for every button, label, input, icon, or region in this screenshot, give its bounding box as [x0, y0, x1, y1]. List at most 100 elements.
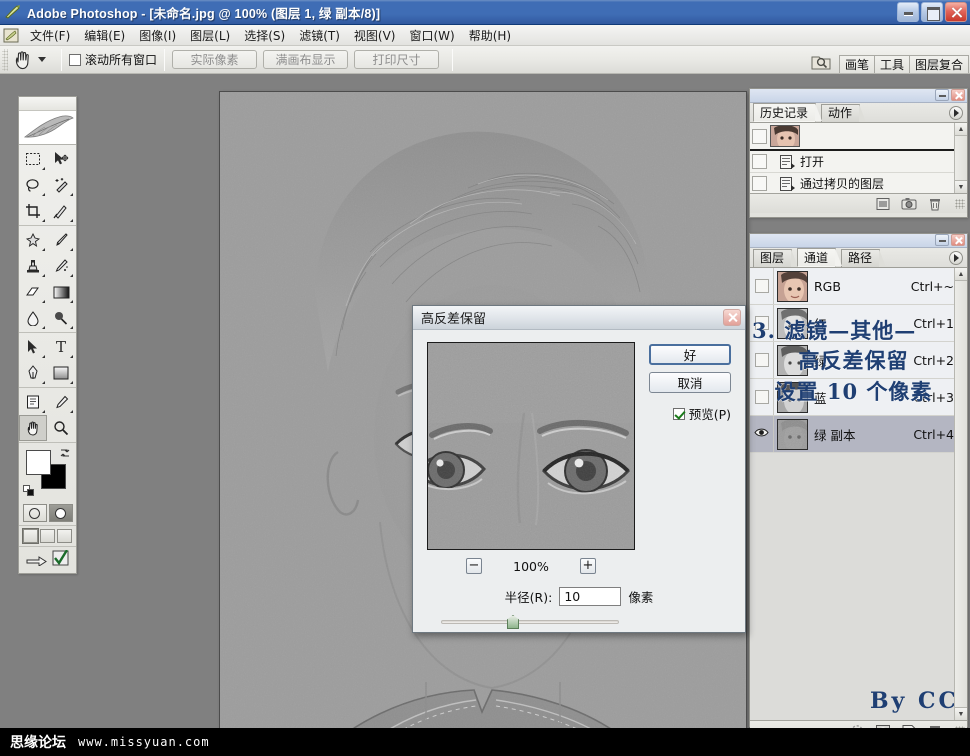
- new-document-from-state-icon[interactable]: [875, 197, 891, 211]
- toolbox-drag-handle[interactable]: [19, 97, 76, 111]
- channels-scrollbar[interactable]: ▲ ▼: [954, 268, 967, 720]
- channel-row-green-copy[interactable]: 绿 副本 Ctrl+4: [750, 416, 967, 453]
- options-bar-grip[interactable]: [2, 49, 8, 71]
- gradient-tool[interactable]: [47, 279, 75, 305]
- standard-screen-mode-button[interactable]: [23, 529, 38, 543]
- tab-actions[interactable]: 动作: [821, 104, 860, 122]
- swap-colors-icon[interactable]: [59, 447, 71, 462]
- preview-checkbox[interactable]: [673, 408, 685, 420]
- history-source-checkbox[interactable]: [752, 176, 767, 191]
- path-selection-tool[interactable]: [19, 334, 47, 360]
- marquee-tool[interactable]: [19, 146, 47, 172]
- history-palette-menu-button[interactable]: [949, 106, 963, 120]
- quick-mask-mode-button[interactable]: [49, 504, 73, 522]
- dialog-close-button[interactable]: [723, 309, 741, 326]
- history-palette-minimize-button[interactable]: [935, 89, 949, 101]
- radius-slider[interactable]: [441, 614, 619, 630]
- menu-item-help[interactable]: 帮助(H): [462, 25, 518, 46]
- delete-state-icon[interactable]: [927, 197, 943, 211]
- channels-scroll-down-button[interactable]: ▼: [955, 707, 967, 720]
- radius-input[interactable]: 10: [559, 587, 621, 606]
- well-tab-layer-comps[interactable]: 图层复合: [909, 55, 969, 73]
- scroll-all-windows-checkbox[interactable]: [69, 54, 81, 66]
- type-tool[interactable]: T: [47, 334, 75, 360]
- channels-palette-close-button[interactable]: [951, 234, 965, 246]
- lasso-tool[interactable]: [19, 172, 47, 198]
- menu-item-window[interactable]: 窗口(W): [402, 25, 461, 46]
- radius-slider-thumb[interactable]: [507, 615, 519, 629]
- history-snapshot-row[interactable]: [750, 123, 967, 149]
- tab-history[interactable]: 历史记录: [753, 103, 816, 122]
- history-palette-close-button[interactable]: [951, 89, 965, 101]
- dialog-title-bar[interactable]: 高反差保留: [413, 306, 745, 330]
- channel-row-rgb[interactable]: RGB Ctrl+~: [750, 268, 967, 305]
- zoom-in-button[interactable]: +: [580, 558, 596, 574]
- crop-tool[interactable]: [19, 198, 47, 224]
- dodge-tool[interactable]: [47, 305, 75, 331]
- move-tool[interactable]: [47, 146, 75, 172]
- zoom-tool[interactable]: [47, 415, 75, 441]
- history-item-layer-via-copy[interactable]: 通过拷贝的图层: [750, 173, 967, 193]
- radius-slider-track[interactable]: [441, 620, 619, 624]
- full-screen-mode-button[interactable]: [57, 529, 72, 543]
- tool-preset-chevron-down-icon[interactable]: [38, 57, 46, 62]
- tab-channels[interactable]: 通道: [797, 248, 836, 267]
- zoom-out-button[interactable]: −: [466, 558, 482, 574]
- blur-tool[interactable]: [19, 305, 47, 331]
- shape-tool[interactable]: [47, 360, 75, 386]
- menu-item-layer[interactable]: 图层(L): [183, 25, 237, 46]
- tab-layers[interactable]: 图层: [753, 249, 792, 267]
- history-palette-title-bar[interactable]: [750, 89, 967, 103]
- history-brush-tool[interactable]: [47, 253, 75, 279]
- menu-item-view[interactable]: 视图(V): [347, 25, 403, 46]
- snapshot-source-checkbox[interactable]: [752, 129, 767, 144]
- print-size-button[interactable]: 打印尺寸: [354, 50, 439, 69]
- channel-visibility-toggle[interactable]: [750, 268, 774, 304]
- minimize-button[interactable]: [897, 2, 919, 22]
- jump-to-imageready-icon[interactable]: [26, 550, 48, 569]
- scroll-all-windows-option[interactable]: 滚动所有窗口: [69, 51, 157, 68]
- channels-palette-title-bar[interactable]: [750, 234, 967, 248]
- menu-item-file[interactable]: 文件(F): [23, 25, 77, 46]
- ok-button[interactable]: 好: [649, 344, 731, 365]
- channels-palette-minimize-button[interactable]: [935, 234, 949, 246]
- well-tab-tool-presets[interactable]: 工具: [874, 55, 910, 73]
- menu-item-image[interactable]: 图像(I): [132, 25, 183, 46]
- document-menu-icon[interactable]: [3, 28, 19, 43]
- clone-stamp-tool[interactable]: [19, 253, 47, 279]
- standard-mask-mode-button[interactable]: [23, 504, 47, 522]
- history-palette-resize-grip[interactable]: [955, 199, 965, 209]
- file-browser-icon[interactable]: [809, 51, 833, 73]
- history-scrollbar[interactable]: ▲ ▼: [954, 123, 967, 193]
- menu-item-select[interactable]: 选择(S): [237, 25, 292, 46]
- well-tab-brushes[interactable]: 画笔: [839, 55, 875, 73]
- preview-option[interactable]: 预览(P): [673, 404, 731, 423]
- channels-scroll-up-button[interactable]: ▲: [955, 268, 967, 281]
- eyedropper-tool[interactable]: [47, 389, 75, 415]
- full-screen-with-menubar-button[interactable]: [40, 529, 55, 543]
- tab-paths[interactable]: 路径: [841, 249, 880, 267]
- history-item-open[interactable]: 打开: [750, 151, 967, 173]
- brush-tool[interactable]: [47, 227, 75, 253]
- check-icon[interactable]: [52, 550, 70, 569]
- history-scroll-up-button[interactable]: ▲: [955, 123, 967, 136]
- foreground-color-swatch[interactable]: [26, 450, 51, 475]
- pen-tool[interactable]: [19, 360, 47, 386]
- menu-item-edit[interactable]: 编辑(E): [77, 25, 132, 46]
- new-snapshot-icon[interactable]: [901, 197, 917, 211]
- dialog-preview-area[interactable]: [427, 342, 635, 550]
- eraser-tool[interactable]: [19, 279, 47, 305]
- channels-palette-menu-button[interactable]: [949, 251, 963, 265]
- maximize-button[interactable]: [921, 2, 943, 22]
- hand-tool[interactable]: [19, 415, 47, 441]
- close-button[interactable]: [945, 2, 967, 22]
- cancel-button[interactable]: 取消: [649, 372, 731, 393]
- fit-on-screen-button[interactable]: 满画布显示: [263, 50, 348, 69]
- eye-icon[interactable]: [754, 427, 769, 441]
- actual-pixels-button[interactable]: 实际像素: [172, 50, 257, 69]
- history-source-checkbox[interactable]: [752, 154, 767, 169]
- slice-tool[interactable]: [47, 198, 75, 224]
- magic-wand-tool[interactable]: [47, 172, 75, 198]
- channel-visibility-toggle[interactable]: [750, 416, 774, 452]
- default-colors-icon[interactable]: [23, 485, 34, 496]
